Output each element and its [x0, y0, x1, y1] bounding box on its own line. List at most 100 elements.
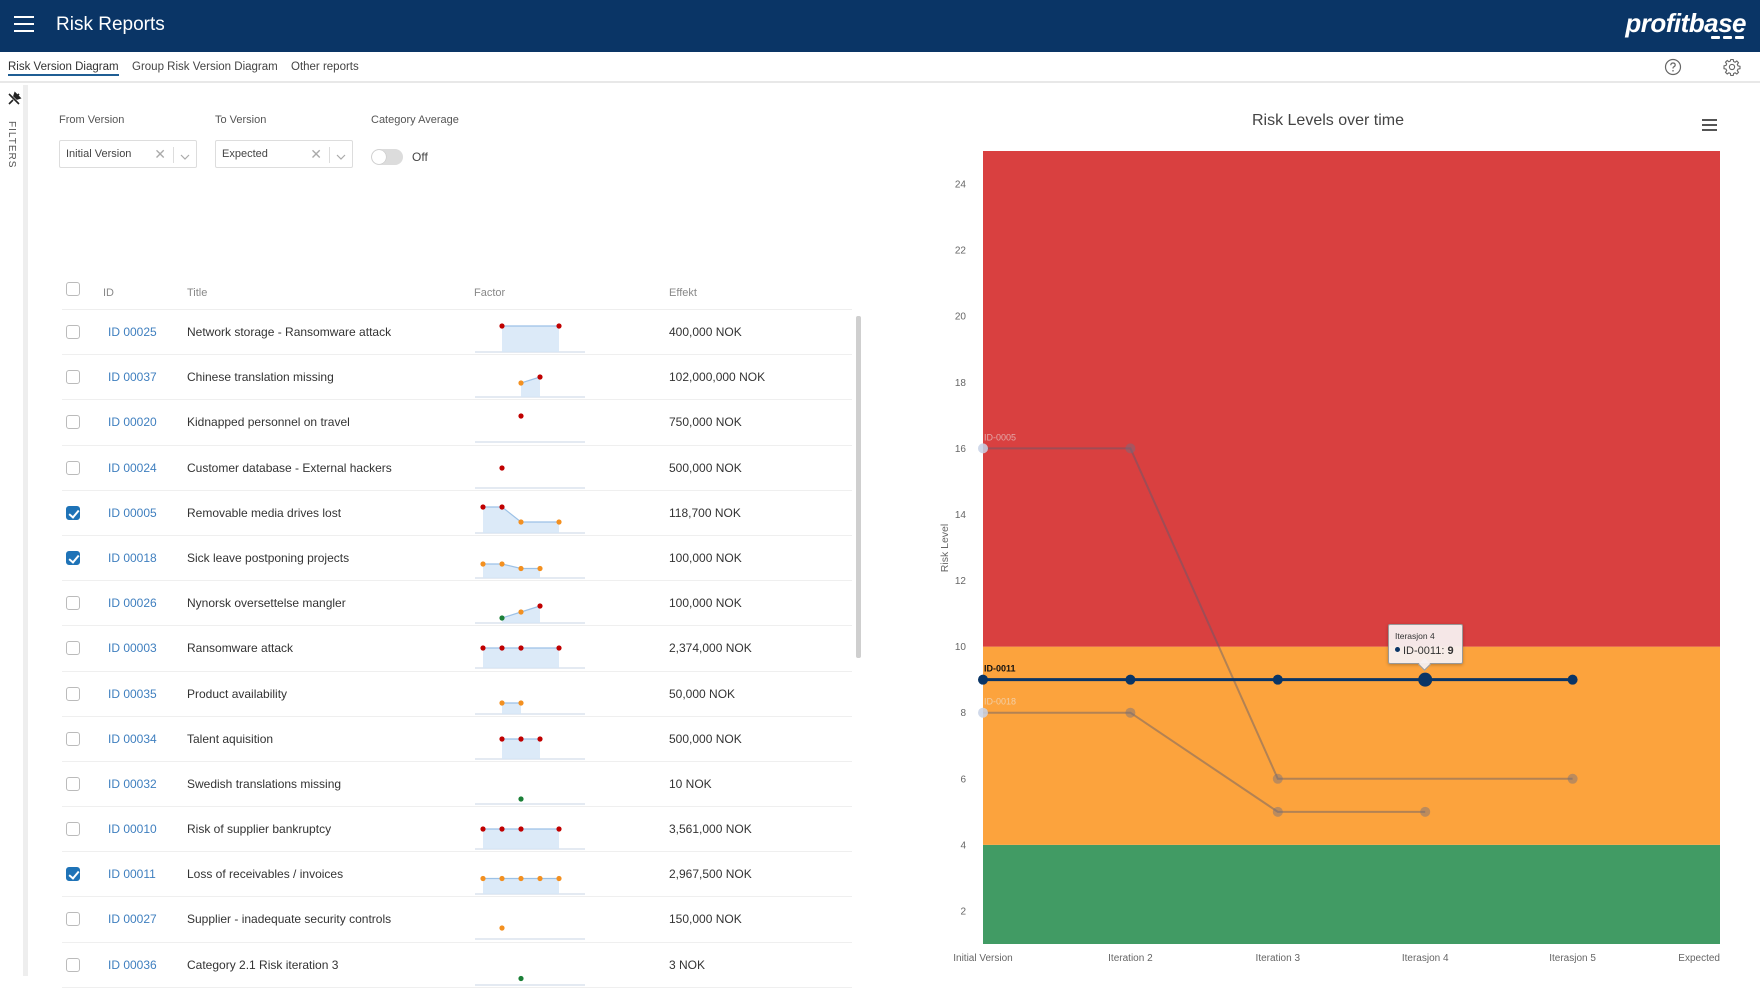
logo-underline: [1711, 36, 1744, 39]
toggle-knob: [372, 150, 386, 164]
hamburger-menu-icon[interactable]: [14, 16, 34, 34]
factor-sparkline: [475, 504, 585, 534]
table-row[interactable]: ID 00003 Ransomware attack 2,374,000 NOK: [62, 626, 852, 672]
risk-id-link[interactable]: ID 00032: [108, 777, 157, 791]
table-row[interactable]: ID 00020 Kidnapped personnel on travel 750…: [62, 400, 852, 446]
sparkline-area: [483, 648, 559, 669]
table-row[interactable]: ID 00032 Swedish translations missing 10 N…: [62, 762, 852, 808]
row-checkbox[interactable]: [66, 912, 80, 927]
risk-id-link[interactable]: ID 00036: [108, 958, 157, 972]
table-row[interactable]: ID 00018 Sick leave postponing projects 10…: [62, 536, 852, 582]
row-checkbox[interactable]: [66, 505, 80, 520]
risk-title: Product availability: [187, 686, 288, 701]
risk-id-link[interactable]: ID 00010: [108, 822, 157, 836]
table-row[interactable]: ID 00037 Chinese translation missing 102,0…: [62, 355, 852, 401]
series-point: [1418, 672, 1433, 687]
row-checkbox[interactable]: [66, 867, 80, 882]
column-header-id[interactable]: ID: [103, 287, 114, 299]
risk-id-link[interactable]: ID 00003: [108, 641, 157, 655]
y-tick-label: 2: [960, 906, 966, 917]
y-axis-label: Risk Level: [939, 524, 951, 572]
row-checkbox[interactable]: [66, 822, 80, 837]
y-tick-label: 12: [955, 576, 967, 587]
series-point: [978, 674, 988, 685]
row-checkbox[interactable]: [66, 776, 80, 791]
column-header-factor[interactable]: Factor: [474, 287, 505, 299]
chevron-down-icon[interactable]: [180, 149, 190, 160]
help-icon[interactable]: [1664, 58, 1682, 76]
risk-id-link[interactable]: ID 00037: [108, 370, 157, 384]
risk-effekt: 500,000 NOK: [669, 731, 742, 746]
risk-title: Chinese translation missing: [187, 370, 334, 385]
column-header-title[interactable]: Title: [187, 287, 207, 299]
table-row[interactable]: ID 00027 Supplier - inadequate security c…: [62, 897, 852, 943]
factor-sparkline: [475, 736, 585, 760]
app-title: Risk Reports: [56, 14, 165, 35]
table-row[interactable]: ID 00010 Risk of supplier bankruptcy 3,561…: [62, 807, 852, 853]
filter-panel-toggle[interactable]: FILTERS: [0, 85, 28, 976]
table-row[interactable]: ID 00011 Loss of receivables / invoices 2,…: [62, 852, 852, 898]
tab-other-reports[interactable]: Other reports: [291, 61, 359, 73]
tab-group-risk-version-diagram[interactable]: Group Risk Version Diagram: [132, 61, 278, 73]
sparkline-area: [502, 738, 540, 759]
sparkline-point: [499, 504, 505, 510]
risk-id-link[interactable]: ID 00018: [108, 551, 157, 565]
table-row[interactable]: ID 00005 Removable media drives lost 118,7…: [62, 491, 852, 536]
risk-title: Nynorsk oversettelse mangler: [187, 596, 346, 611]
row-checkbox[interactable]: [66, 731, 80, 746]
to-version-select[interactable]: Expected ✕: [215, 140, 353, 168]
y-tick-label: 10: [955, 642, 967, 653]
row-checkbox[interactable]: [66, 596, 80, 611]
risk-id-link[interactable]: ID 00024: [108, 461, 157, 475]
clear-icon[interactable]: ✕: [154, 146, 166, 163]
row-checkbox[interactable]: [66, 641, 80, 656]
table-row[interactable]: ID 00026 Nynorsk oversettelse mangler 100,…: [62, 581, 852, 627]
series-point: [1272, 806, 1283, 817]
risk-id-link[interactable]: ID 00035: [108, 687, 157, 701]
tab-risk-version-diagram[interactable]: Risk Version Diagram: [8, 61, 119, 76]
table-row[interactable]: ID 00034 Talent aquisition 500,000 NOK: [62, 717, 852, 762]
sparkline-area: [502, 326, 559, 352]
risk-id-link[interactable]: ID 00011: [108, 867, 156, 881]
table-row[interactable]: ID 00035 Product availability 50,000 NOK: [62, 672, 852, 717]
risk-id-link[interactable]: ID 00034: [108, 732, 157, 746]
tooltip-value-line: ID-0011: 9: [1395, 645, 1454, 657]
column-header-effekt[interactable]: Effekt: [669, 287, 697, 299]
row-checkbox[interactable]: [66, 550, 80, 565]
sparkline-point: [480, 561, 486, 567]
gear-icon[interactable]: [1723, 58, 1741, 77]
risk-id-link[interactable]: ID 00020: [108, 415, 157, 429]
sparkline-point: [556, 876, 562, 882]
sparkline-point: [480, 645, 486, 651]
row-checkbox[interactable]: [66, 370, 80, 385]
risk-id-link[interactable]: ID 00005: [108, 506, 157, 520]
risk-id-link[interactable]: ID 00027: [108, 912, 157, 926]
category-average-toggle[interactable]: [371, 149, 403, 165]
x-tick-label: Initial Version: [953, 953, 1012, 964]
table-row[interactable]: ID 00025 Network storage - Ransomware att…: [62, 310, 852, 356]
sparkline-point: [499, 323, 505, 329]
factor-sparkline: [475, 796, 585, 805]
table-row[interactable]: ID 00036 Category 2.1 Risk iteration 3 3 N…: [62, 943, 852, 988]
table-row[interactable]: ID 00024 Customer database - External hac…: [62, 446, 852, 491]
risk-title: Talent aquisition: [187, 731, 274, 746]
row-checkbox[interactable]: [66, 415, 80, 430]
chart-menu-icon[interactable]: [1702, 119, 1717, 132]
factor-sparkline: [475, 603, 585, 624]
row-checkbox[interactable]: [66, 325, 80, 339]
select-all-checkbox[interactable]: [66, 282, 80, 296]
table-scrollbar[interactable]: [856, 316, 861, 658]
from-version-select[interactable]: Initial Version ✕: [59, 140, 197, 168]
row-checkbox[interactable]: [66, 957, 80, 972]
row-checkbox[interactable]: [66, 686, 80, 701]
factor-sparkline: [475, 925, 585, 941]
factor-sparkline: [475, 699, 585, 715]
unpin-icon[interactable]: [6, 91, 22, 107]
clear-icon[interactable]: ✕: [310, 146, 322, 163]
risk-title: Network storage - Ransomware attack: [187, 325, 392, 339]
risk-id-link[interactable]: ID 00026: [108, 596, 157, 610]
chevron-down-icon[interactable]: [336, 149, 346, 160]
risk-id-link[interactable]: ID 00025: [108, 325, 157, 339]
sparkline-point: [556, 645, 562, 651]
row-checkbox[interactable]: [66, 460, 80, 475]
